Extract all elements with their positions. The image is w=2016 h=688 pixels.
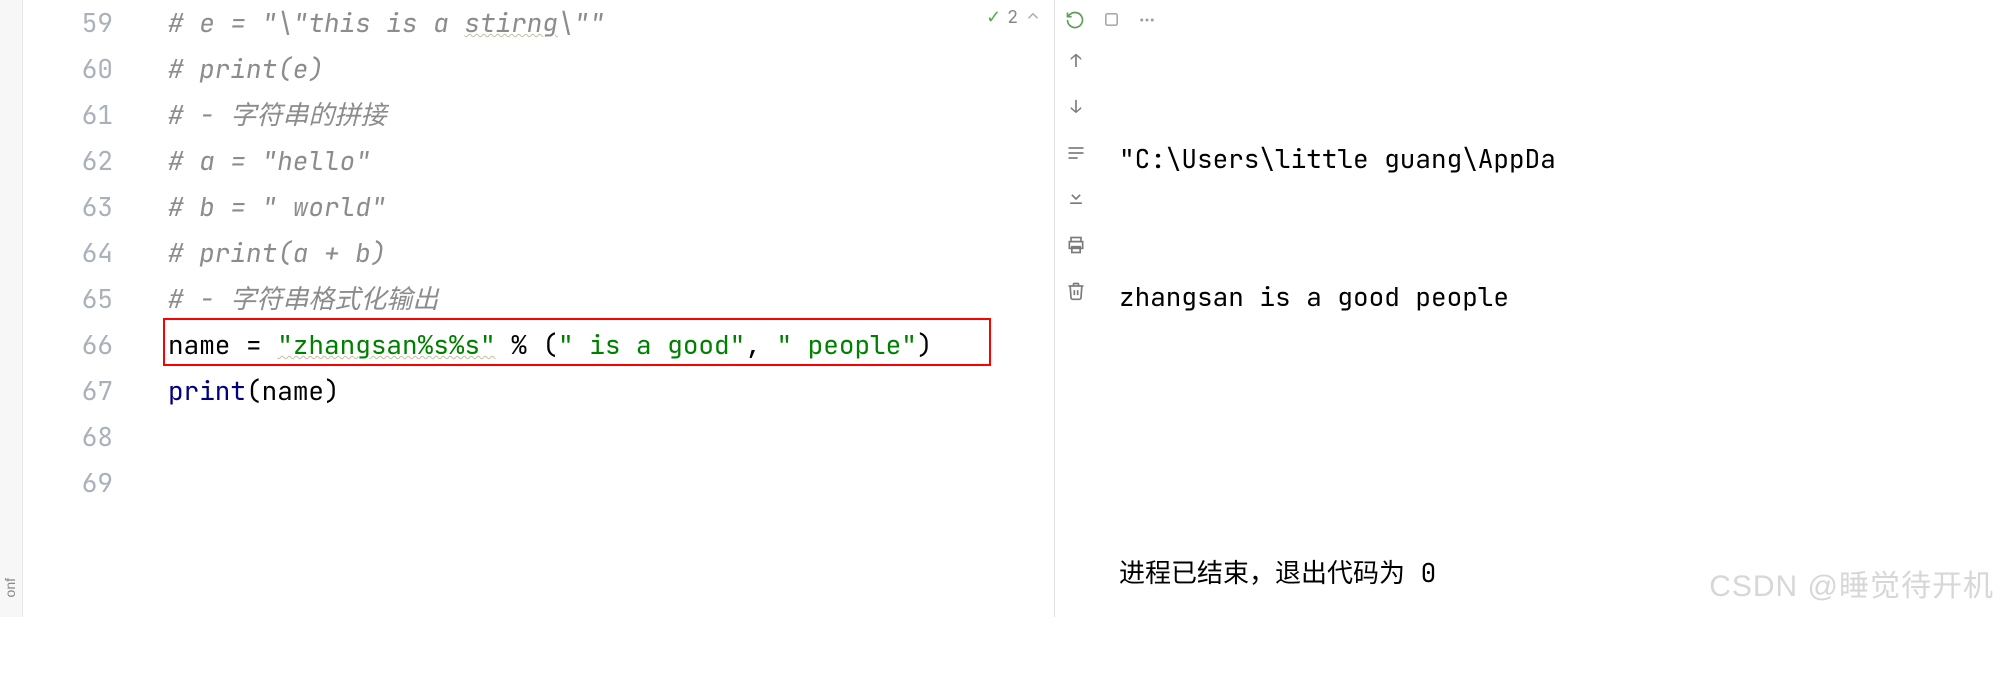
- scroll-to-end-icon[interactable]: [1065, 188, 1087, 210]
- line-number[interactable]: 59: [53, 0, 113, 46]
- code-token: ): [917, 327, 933, 362]
- code-token: "zhangsan%s%s": [277, 327, 495, 362]
- code-line[interactable]: # - 字符串格式化输出: [168, 276, 438, 322]
- print-icon[interactable]: [1065, 234, 1087, 256]
- code-line[interactable]: # print(e): [168, 46, 324, 92]
- code-token: (name): [246, 373, 340, 408]
- console-path-line: "C:\Users\little guang\AppDa: [1119, 136, 2016, 182]
- line-number[interactable]: 63: [53, 184, 113, 230]
- code-token: " is a good": [558, 327, 745, 362]
- code-line[interactable]: # e = "\"this is a stirng\"": [168, 0, 605, 46]
- code-token: ,: [745, 327, 776, 362]
- code-token: =: [246, 327, 277, 362]
- code-token: % (: [496, 327, 558, 362]
- code-area[interactable]: # e = "\"this is a stirng\"" # print(e) # …: [168, 0, 1054, 617]
- code-line[interactable]: # - 字符串的拼接: [168, 92, 386, 138]
- console-exit-line: 进程已结束，退出代码为 0: [1119, 550, 2016, 596]
- line-number[interactable]: 69: [53, 460, 113, 506]
- code-token: stirng: [464, 5, 558, 40]
- code-token: \"": [558, 5, 605, 40]
- line-number[interactable]: 65: [53, 276, 113, 322]
- console-pane[interactable]: ↑ ↓ "C:\Users\little guang\AppDa zhangsa…: [1055, 0, 2016, 617]
- line-number[interactable]: 68: [53, 414, 113, 460]
- console-blank-line: [1119, 412, 2016, 458]
- console-side-toolbar: ↑ ↓: [1065, 50, 1087, 302]
- code-line[interactable]: name = "zhangsan%s%s" % (" is a good", "…: [168, 322, 932, 368]
- code-token: " people": [776, 327, 916, 362]
- trash-icon[interactable]: [1065, 280, 1087, 302]
- code-token: # e = "\"this is a: [168, 5, 464, 40]
- code-line[interactable]: # a = "hello": [168, 138, 371, 184]
- code-line[interactable]: # b = " world": [168, 184, 386, 230]
- code-token: # print(e): [168, 51, 324, 86]
- sidebar-label: onf: [2, 578, 18, 597]
- scroll-up-icon[interactable]: ↑: [1065, 50, 1087, 72]
- scroll-down-icon[interactable]: ↓: [1065, 96, 1087, 118]
- code-token: print: [168, 373, 246, 408]
- exit-msg: 进程已结束，退出代码为: [1119, 555, 1421, 590]
- code-line[interactable]: # print(a + b): [168, 230, 386, 276]
- code-token: # - 字符串格式化输出: [168, 281, 438, 316]
- code-line[interactable]: print(name): [168, 368, 340, 414]
- editor-gutter[interactable]: 5960616263646566676869: [23, 0, 133, 617]
- soft-wrap-icon[interactable]: [1065, 142, 1087, 164]
- console-output[interactable]: "C:\Users\little guang\AppDa zhangsan is…: [1119, 44, 2016, 688]
- console-split: ↑ ↓ "C:\Users\little guang\AppDa zhangsa…: [1054, 0, 2016, 617]
- console-header: [1055, 0, 2016, 40]
- line-number[interactable]: 67: [53, 368, 113, 414]
- code-token: # print(a + b): [168, 235, 386, 270]
- line-number[interactable]: 64: [53, 230, 113, 276]
- exit-code: 0: [1421, 555, 1437, 590]
- code-token: # - 字符串的拼接: [168, 97, 386, 132]
- line-number[interactable]: 61: [53, 92, 113, 138]
- line-number[interactable]: 60: [53, 46, 113, 92]
- line-number[interactable]: 62: [53, 138, 113, 184]
- rerun-icon[interactable]: [1065, 10, 1085, 30]
- more-icon[interactable]: [1137, 10, 1157, 30]
- line-number[interactable]: 66: [53, 322, 113, 368]
- editor-pane[interactable]: ✓ 2 5960616263646566676869 # e = "\"this…: [23, 0, 1054, 617]
- code-token: name: [168, 327, 246, 362]
- console-stdout-line: zhangsan is a good people: [1119, 274, 2016, 320]
- code-token: # b = " world": [168, 189, 386, 224]
- code-token: # a = "hello": [168, 143, 371, 178]
- stop-icon[interactable]: [1101, 10, 1121, 30]
- left-tool-sidebar[interactable]: onf: [0, 0, 23, 617]
